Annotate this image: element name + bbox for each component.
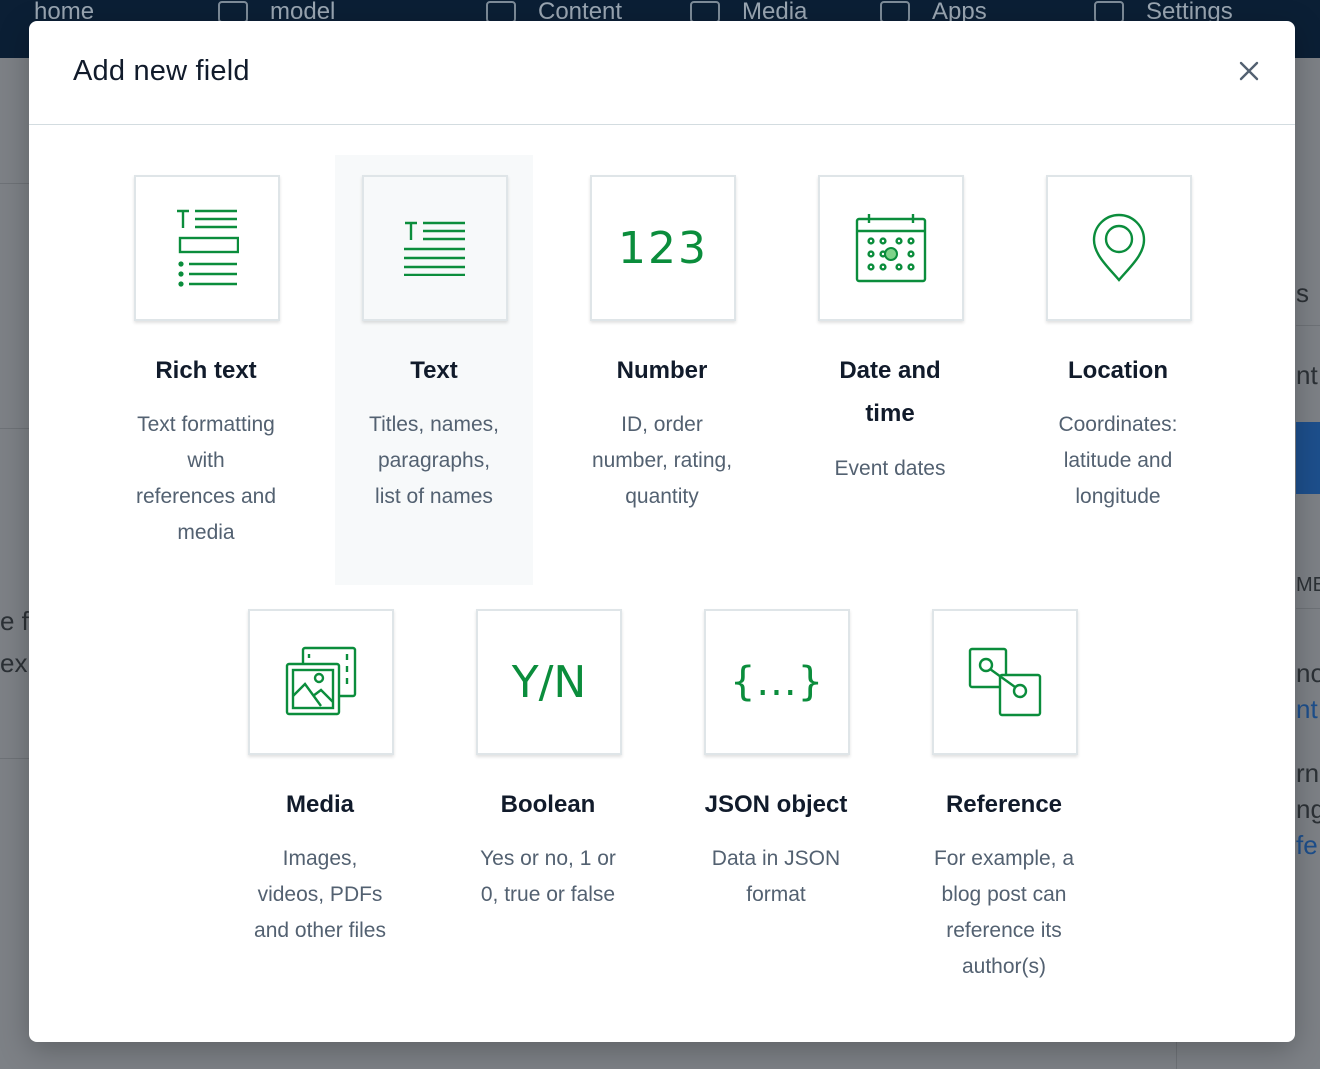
background-text: s bbox=[1296, 278, 1309, 308]
dialog-title: Add new field bbox=[73, 55, 250, 87]
background-text: nt bbox=[1296, 360, 1318, 390]
field-description: Images, videos, PDFs and other files bbox=[254, 847, 386, 942]
number-icon: 123 bbox=[618, 222, 708, 274]
background-blue-button bbox=[1296, 422, 1320, 494]
media-icon bbox=[690, 1, 720, 23]
close-button[interactable] bbox=[1237, 59, 1261, 83]
field-description: Data in JSON format bbox=[711, 847, 841, 906]
field-description: For example, a blog post can reference its… bbox=[933, 847, 1075, 978]
background-text: ex bbox=[0, 648, 28, 678]
field-description: Titles, names, paragraphs, list of names bbox=[369, 413, 499, 508]
rich-text-tile bbox=[134, 175, 280, 321]
field-type-json-object[interactable]: {...} JSON object Data in JSON format bbox=[677, 589, 875, 989]
field-type-rich-text[interactable]: Rich text Text formatting with references … bbox=[107, 155, 305, 585]
puzzle-icon bbox=[880, 1, 910, 23]
field-description: Coordinates: latitude and longitude bbox=[1058, 413, 1178, 508]
close-icon bbox=[1239, 61, 1259, 81]
background-text: no bbox=[1296, 658, 1320, 688]
boolean-tile: Y/N bbox=[476, 609, 622, 755]
background-text: ng bbox=[1296, 794, 1320, 824]
field-type-media[interactable]: Media Images, videos, PDFs and other files bbox=[221, 589, 419, 989]
text-icon bbox=[404, 221, 465, 276]
field-title: Number bbox=[616, 357, 708, 384]
date-time-tile bbox=[818, 175, 964, 321]
json-icon: {...} bbox=[729, 659, 825, 705]
field-type-number[interactable]: 123 Number ID, order number, rating, quant… bbox=[563, 155, 761, 585]
cube-icon bbox=[218, 1, 248, 23]
field-title: Media bbox=[285, 791, 354, 818]
field-description: Text formatting with references and media bbox=[135, 413, 277, 544]
number-tile: 123 bbox=[590, 175, 736, 321]
field-description: Yes or no, 1 or 0, true or false bbox=[480, 847, 616, 906]
field-title: Rich text bbox=[155, 357, 257, 384]
background-text: ME bbox=[1296, 574, 1320, 596]
location-tile bbox=[1046, 175, 1192, 321]
field-title: Date and time bbox=[839, 357, 941, 427]
background-link: fe bbox=[1296, 830, 1318, 860]
json-tile: {...} bbox=[704, 609, 850, 755]
field-title: Reference bbox=[945, 791, 1063, 818]
dialog-header: Add new field bbox=[29, 21, 1295, 125]
add-field-dialog: Add new field Rich text Text formatting w… bbox=[29, 21, 1295, 1042]
rich-text-icon bbox=[177, 209, 239, 287]
field-type-text[interactable]: Text Titles, names, paragraphs, list of na… bbox=[335, 155, 533, 585]
field-type-date-and-time[interactable]: Date and time Event dates bbox=[791, 155, 989, 585]
calendar-icon bbox=[855, 214, 927, 283]
field-description: ID, order number, rating, quantity bbox=[591, 413, 733, 508]
field-title: Boolean bbox=[500, 791, 596, 818]
field-type-location[interactable]: Location Coordinates: latitude and longitu… bbox=[1019, 155, 1217, 585]
field-type-boolean[interactable]: Y/N Boolean Yes or no, 1 or 0, true or fa… bbox=[449, 589, 647, 989]
field-title: Text bbox=[410, 357, 458, 384]
field-type-reference[interactable]: Reference For example, a blog post can ref… bbox=[905, 589, 1103, 989]
field-description: Event dates bbox=[834, 457, 946, 480]
reference-icon bbox=[968, 647, 1042, 717]
media-gallery-icon bbox=[285, 646, 357, 716]
location-pin-icon bbox=[1092, 213, 1146, 282]
background-text: rn bbox=[1296, 758, 1320, 788]
field-title: Location bbox=[1068, 357, 1168, 384]
gear-icon bbox=[1094, 1, 1124, 23]
content-icon bbox=[486, 1, 516, 23]
field-title: JSON object bbox=[704, 791, 848, 818]
reference-tile bbox=[932, 609, 1078, 755]
media-tile bbox=[248, 609, 394, 755]
background-link: nt bbox=[1296, 694, 1318, 724]
boolean-icon: Y/N bbox=[511, 656, 587, 708]
text-tile bbox=[362, 175, 508, 321]
